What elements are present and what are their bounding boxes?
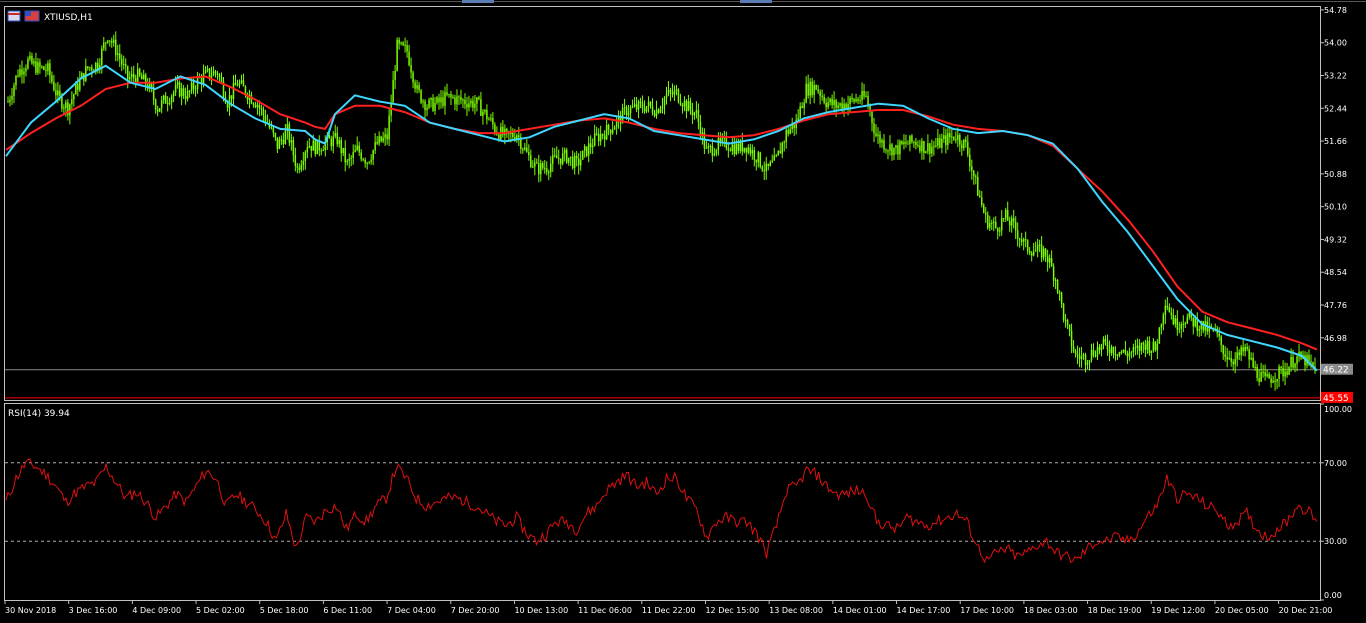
price-tick-label: 46.98 <box>1324 334 1347 343</box>
candle <box>1158 327 1161 344</box>
time-tick-label: 13 Dec 08:00 <box>769 606 823 615</box>
time-tick-label: 5 Dec 18:00 <box>260 606 309 615</box>
price-tick-label: 47.76 <box>1324 301 1347 310</box>
price-tick-label: 52.44 <box>1324 104 1347 113</box>
rsi-tick-label: 100.00 <box>1324 405 1352 414</box>
time-tick-label: 18 Dec 19:00 <box>1088 606 1142 615</box>
candle <box>1288 366 1290 376</box>
price-tick-label: 53.22 <box>1324 72 1347 81</box>
candle <box>316 140 319 155</box>
symbol-label: XTIUSD,H1 <box>44 13 93 23</box>
low-price-tag: 45.55 <box>1321 391 1353 404</box>
time-tick-label: 20 Dec 05:00 <box>1215 606 1269 615</box>
candle <box>581 150 584 161</box>
price-tick-label: 54.00 <box>1324 39 1347 48</box>
candle <box>1056 279 1059 295</box>
time-tick-label: 30 Nov 2018 <box>5 606 56 615</box>
time-tick-label: 3 Dec 16:00 <box>69 606 118 615</box>
time-tick-label: 6 Dec 11:00 <box>323 606 372 615</box>
price-tick-label: 54.78 <box>1324 6 1347 15</box>
rsi-tick-label: 70.00 <box>1324 459 1347 468</box>
time-tick-label: 17 Dec 10:00 <box>960 606 1014 615</box>
candle <box>158 108 161 113</box>
time-tick-label: 5 Dec 02:00 <box>196 606 245 615</box>
bid-price-tag-text: 46.22 <box>1323 366 1349 376</box>
price-tick-label: 50.88 <box>1324 170 1347 179</box>
time-tick-label: 19 Dec 12:00 <box>1151 606 1205 615</box>
trading-chart[interactable]: 54.78 54.00 53.22 52.44 51.66 50.88 50.10 49.32… <box>0 0 1366 623</box>
time-tick-label: 14 Dec 17:00 <box>897 606 951 615</box>
candle <box>759 151 762 169</box>
rsi-tick-label: 0.00 <box>1324 591 1342 600</box>
time-tick-label: 12 Dec 15:00 <box>705 606 759 615</box>
candle <box>677 88 680 104</box>
tab-marker[interactable] <box>462 0 494 3</box>
time-tick-label: 7 Dec 20:00 <box>451 606 500 615</box>
chart-window-icon <box>7 10 21 22</box>
low-price-tag-text: 45.55 <box>1323 394 1349 404</box>
time-tick-label: 7 Dec 04:00 <box>387 606 436 615</box>
price-tick-label: 50.10 <box>1324 203 1347 212</box>
candle <box>1062 302 1065 323</box>
time-tick-label: 11 Dec 22:00 <box>642 606 696 615</box>
time-tick-label: 14 Dec 01:00 <box>833 606 887 615</box>
candle <box>178 80 181 98</box>
rsi-tick-label: 30.00 <box>1324 537 1347 546</box>
candle <box>288 121 291 147</box>
rsi-label: RSI(14) 39.94 <box>8 409 70 419</box>
candle <box>585 146 588 158</box>
tab-marker[interactable] <box>740 0 772 3</box>
time-tick-label: 10 Dec 13:00 <box>514 606 568 615</box>
time-tick-label: 4 Dec 09:00 <box>132 606 181 615</box>
time-tick-label: 20 Dec 21:00 <box>1279 606 1333 615</box>
candle <box>396 37 398 72</box>
price-tick-label: 49.32 <box>1324 235 1347 244</box>
chart-background <box>0 0 1366 623</box>
time-tick-label: 18 Dec 03:00 <box>1024 606 1078 615</box>
price-tick-label: 48.54 <box>1324 268 1347 277</box>
bid-price-tag: 46.22 <box>1321 363 1353 376</box>
candle <box>1154 340 1157 352</box>
candle <box>420 89 422 105</box>
time-tick-label: 11 Dec 06:00 <box>578 606 632 615</box>
candle <box>815 84 817 91</box>
candle <box>565 147 568 164</box>
candle <box>777 150 779 156</box>
price-tick-label: 51.66 <box>1324 137 1347 146</box>
